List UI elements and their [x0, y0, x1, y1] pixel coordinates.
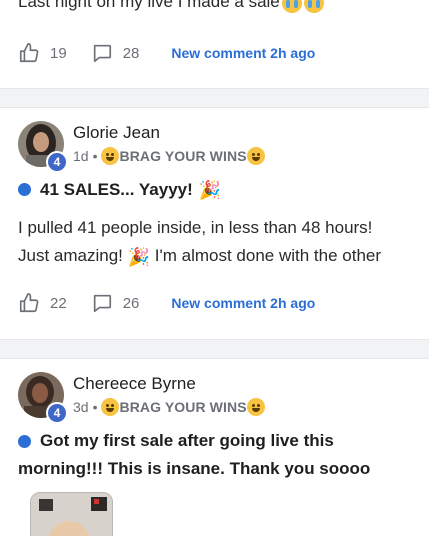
post-title: 41 SALES... Yayyy! — [40, 180, 193, 199]
post-card-1[interactable]: 4 Glorie Jean 1d • BRAG YOUR WINS 41 SAL… — [0, 108, 429, 356]
post-meta: 1d • BRAG YOUR WINS — [73, 147, 265, 165]
post-body-line: I pulled 41 people inside, in less than … — [18, 218, 373, 237]
post-preview-text: Last night on my live I made a sale — [18, 0, 324, 13]
post-time: 3d — [73, 399, 89, 415]
like-count: 22 — [50, 294, 67, 312]
new-comment-link[interactable]: New comment 2h ago — [171, 295, 315, 311]
thumbnail-photo — [31, 493, 112, 536]
post-actions: 22 26 New comment 2h ago — [18, 291, 315, 315]
level-badge: 4 — [46, 151, 68, 173]
level-badge: 4 — [46, 402, 68, 424]
unread-dot — [18, 434, 31, 448]
post-separator — [0, 339, 429, 359]
post-card-0[interactable]: Last night on my live I made a sale 19 2… — [0, 0, 429, 88]
party-face-emoji — [101, 147, 120, 165]
post-separator — [0, 88, 429, 108]
category-label[interactable]: BRAG YOUR WINS — [119, 148, 246, 164]
author-name[interactable]: Glorie Jean — [73, 123, 160, 143]
post-time: 1d — [73, 148, 89, 164]
party-face-emoji — [101, 398, 120, 416]
thumbs-up-icon — [19, 43, 39, 63]
like-button[interactable]: 22 — [18, 292, 67, 314]
comment-bubble-icon — [93, 294, 111, 313]
like-button[interactable]: 19 — [18, 42, 67, 64]
post-body-line: Just amazing! 🎉 I'm almost done with the… — [18, 246, 382, 267]
party-popper-emoji: 🎉 — [127, 246, 151, 267]
author-name[interactable]: Chereece Byrne — [73, 374, 196, 394]
post-body[interactable]: I pulled 41 people inside, in less than … — [18, 214, 423, 270]
category-label[interactable]: BRAG YOUR WINS — [119, 399, 246, 415]
comment-count: 28 — [122, 44, 140, 62]
post-meta: 3d • BRAG YOUR WINS — [73, 398, 265, 416]
comment-count: 26 — [122, 294, 140, 312]
comment-button[interactable]: 26 — [91, 292, 140, 314]
thumbs-up-icon — [19, 293, 39, 313]
post-actions: 19 28 New comment 2h ago — [18, 41, 315, 65]
post-title-line: Got my first sale after going live this — [18, 427, 423, 455]
post-title-row[interactable]: 41 SALES... Yayyy! 🎉 — [18, 176, 221, 203]
crying-face-emoji — [281, 0, 302, 13]
post-title[interactable]: Got my first sale after going live this … — [18, 427, 423, 483]
like-count: 19 — [50, 44, 67, 62]
meta-separator: • — [92, 148, 98, 164]
post-card-2[interactable]: 4 Chereece Byrne 3d • BRAG YOUR WINS Got… — [0, 359, 429, 536]
meta-separator: • — [92, 399, 98, 415]
avatar[interactable]: 4 — [18, 121, 68, 173]
crying-face-emoji — [303, 0, 324, 13]
post-image-thumbnail[interactable] — [30, 492, 113, 536]
post-title-line: morning!!! This is insane. Thank you soo… — [18, 459, 371, 478]
party-face-emoji — [246, 398, 265, 416]
unread-dot — [18, 183, 31, 196]
party-popper-emoji: 🎉 — [198, 179, 222, 200]
avatar[interactable]: 4 — [18, 372, 68, 424]
new-comment-link[interactable]: New comment 2h ago — [171, 45, 315, 61]
party-face-emoji — [246, 147, 265, 165]
comment-bubble-icon — [93, 44, 111, 63]
comment-button[interactable]: 28 — [91, 42, 140, 64]
